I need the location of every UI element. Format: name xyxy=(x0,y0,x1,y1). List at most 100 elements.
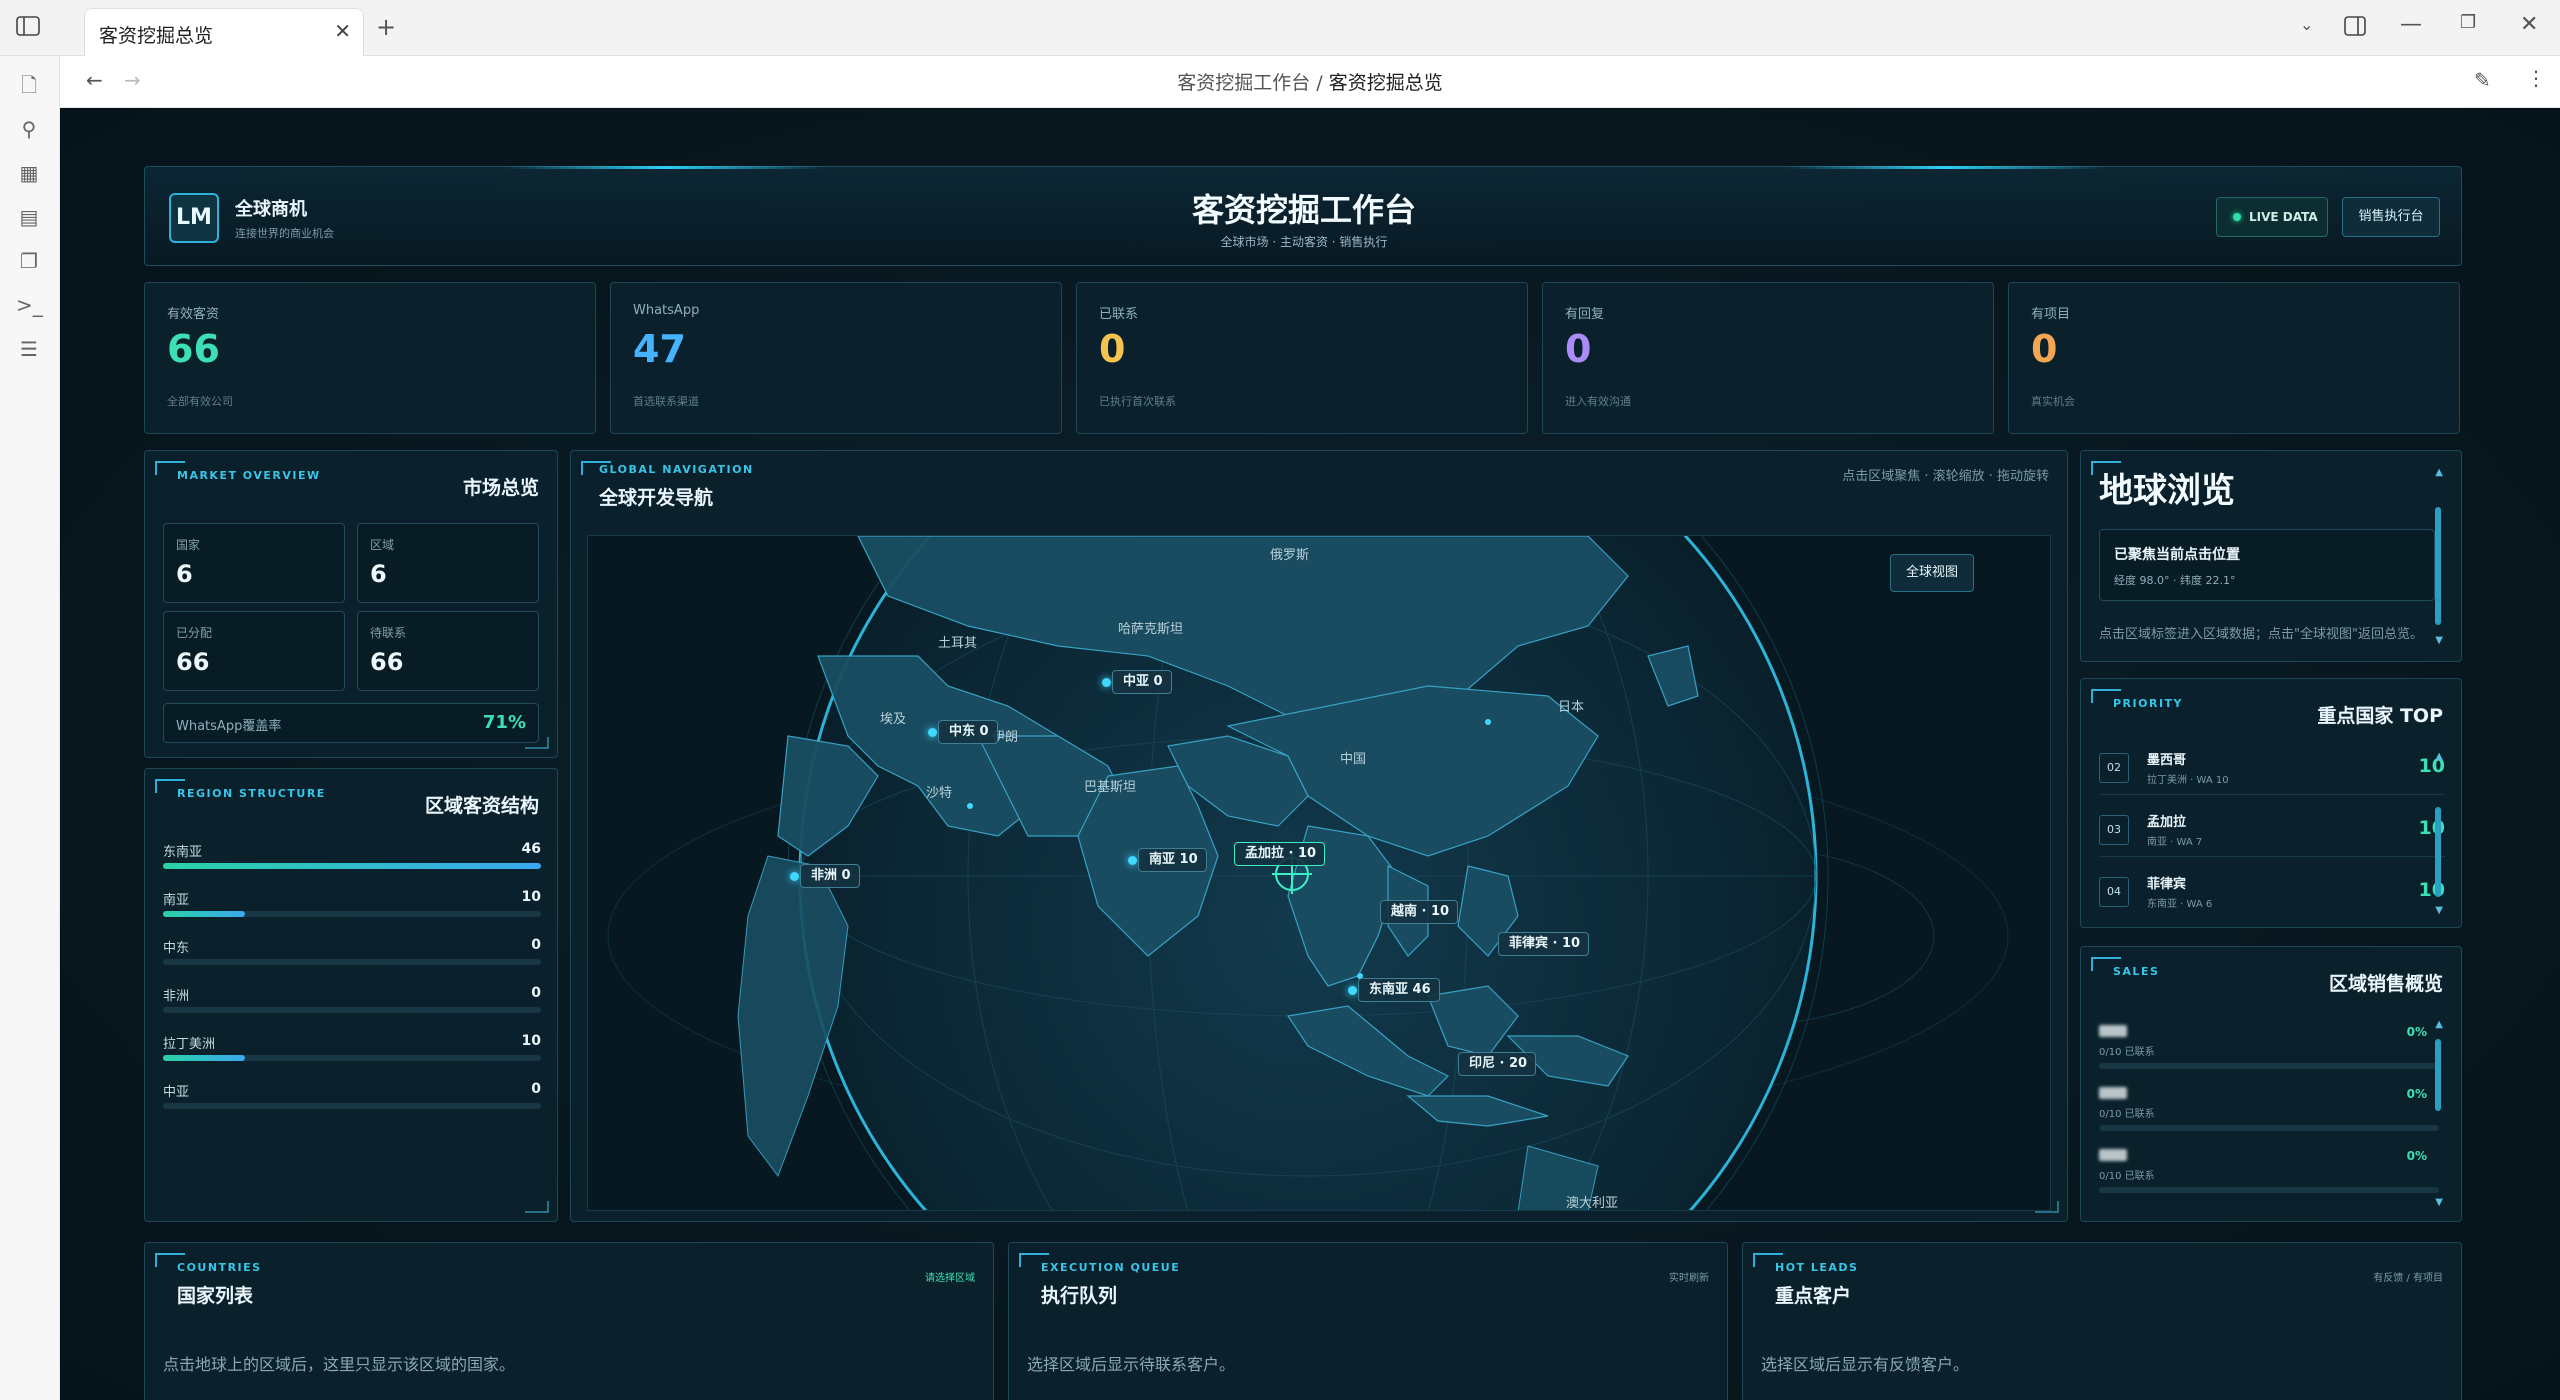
queue-tag: 实时刷新 xyxy=(1669,1273,1709,1284)
countries-hint: 点击地球上的区域后，这里只显示该区域的国家。 xyxy=(163,1355,516,1374)
close-tab-icon[interactable]: ✕ xyxy=(334,19,351,43)
dashboard-header: LM 全球商机 连接世界的商业机会 客资挖掘工作台 全球市场 · 主动客资 · … xyxy=(144,166,2462,266)
sales-exec-button[interactable]: 销售执行台 xyxy=(2342,197,2440,237)
region-row[interactable]: 中亚 0 xyxy=(163,1081,541,1121)
region-row[interactable]: 南亚 10 xyxy=(163,889,541,929)
dashboard-icon[interactable]: ▦ xyxy=(16,160,42,186)
country-name: 墨西哥 xyxy=(2147,753,2187,768)
region-bar-track xyxy=(163,911,541,917)
stat-sub: 已执行首次联系 xyxy=(1099,395,1176,408)
priority-row[interactable]: 02 墨西哥 拉丁美洲 · WA 10 10 xyxy=(2099,741,2445,795)
map-label-turkey: 土耳其 xyxy=(938,636,978,651)
focus-card: 已聚焦当前点击位置 经度 98.0° · 纬度 22.1° xyxy=(2099,529,2435,601)
list-icon[interactable]: ☰ xyxy=(16,336,42,362)
scroll-down-icon[interactable]: ▼ xyxy=(2435,905,2443,916)
map-label-china: 中国 xyxy=(1340,752,1367,767)
region-pin-south-asia[interactable]: 南亚 10 xyxy=(1138,848,1207,872)
scrollbar[interactable] xyxy=(2435,1039,2441,1111)
stat-card-valid-leads[interactable]: 有效客资 66 全部有效公司 xyxy=(144,282,596,434)
chevron-down-icon[interactable]: ⌄ xyxy=(2300,17,2313,33)
stat-value: 0 xyxy=(1565,327,1592,371)
stat-card-contacted[interactable]: 已联系 0 已执行首次联系 xyxy=(1076,282,1528,434)
cell-value: 66 xyxy=(176,648,210,676)
country-name: 孟加拉 xyxy=(2147,815,2187,830)
page-subtitle: 全球市场 · 主动客资 · 销售执行 xyxy=(1220,235,1388,249)
minimize-icon[interactable]: — xyxy=(2400,14,2422,36)
queue-hint: 选择区域后显示待联系客户。 xyxy=(1027,1355,1236,1374)
region-pin-philippines[interactable]: 菲律宾 · 10 xyxy=(1498,932,1590,956)
graph-icon[interactable]: ⚲ xyxy=(16,116,42,142)
sidebar-toggle-icon[interactable] xyxy=(16,16,40,41)
region-count: 0 xyxy=(531,937,541,953)
region-name: 非洲 xyxy=(163,989,190,1004)
sales-row[interactable]: 0/10 已联系 0% xyxy=(2099,1025,2459,1085)
sales-row[interactable]: 0/10 已联系 0% xyxy=(2099,1087,2459,1147)
globe-viewport[interactable]: 俄罗斯 土耳其 哈萨克斯坦 埃及 伊朗 沙特 巴基斯坦 中国 日本 澳大利亚 中… xyxy=(587,535,2051,1211)
close-window-icon[interactable]: ✕ xyxy=(2520,14,2538,36)
region-pin-bangladesh[interactable]: 孟加拉 · 10 xyxy=(1234,842,1326,866)
region-pin-central-asia[interactable]: 中亚 0 xyxy=(1112,670,1172,694)
scrollbar[interactable] xyxy=(2435,807,2441,897)
sales-sub: 0/10 已联系 xyxy=(2099,1047,2155,1058)
stat-label: 有回复 xyxy=(1565,307,1605,322)
cell-label: 已分配 xyxy=(176,626,213,640)
scroll-up-icon[interactable]: ▲ xyxy=(2435,1019,2443,1030)
region-name: 东南亚 xyxy=(163,845,203,860)
region-row[interactable]: 非洲 0 xyxy=(163,985,541,1025)
map-label-pakistan: 巴基斯坦 xyxy=(1084,780,1137,795)
region-pin-indonesia[interactable]: 印尼 · 20 xyxy=(1458,1052,1537,1076)
scroll-down-icon[interactable]: ▼ xyxy=(2435,1197,2443,1208)
sales-row[interactable]: 0/10 已联系 0% xyxy=(2099,1149,2459,1209)
calendar-icon[interactable]: ▤ xyxy=(16,204,42,230)
cell-value: 66 xyxy=(370,648,404,676)
priority-row[interactable]: 04 菲律宾 东南亚 · WA 6 10 xyxy=(2099,865,2445,919)
region-row[interactable]: 东南亚 46 xyxy=(163,841,541,881)
live-data-badge[interactable]: LIVE DATA xyxy=(2216,197,2328,237)
full-view-button[interactable]: 全球视图 xyxy=(1890,554,1974,592)
breadcrumb: 客资挖掘工作台 / 客资挖掘总览 xyxy=(60,68,2560,95)
region-row[interactable]: 拉丁美洲 10 xyxy=(163,1033,541,1073)
cell-label: 区域 xyxy=(370,538,395,552)
stat-card-projects[interactable]: 有项目 0 真实机会 xyxy=(2008,282,2460,434)
sales-percent: 0% xyxy=(2406,1149,2427,1163)
edit-icon[interactable]: ✎ xyxy=(2474,70,2491,90)
terminal-icon[interactable]: >_ xyxy=(16,292,43,318)
panel-title: 国家列表 xyxy=(177,1285,254,1307)
panel-en-label: COUNTRIES xyxy=(177,1261,262,1274)
panel-en-label: MARKET OVERVIEW xyxy=(177,469,321,482)
scrollbar[interactable] xyxy=(2435,507,2441,625)
stat-card-whatsapp[interactable]: WhatsApp 47 首选联系渠道 xyxy=(610,282,1062,434)
stat-value: 0 xyxy=(1099,327,1126,371)
region-name: 拉丁美洲 xyxy=(163,1037,216,1052)
live-data-label: LIVE DATA xyxy=(2249,210,2318,224)
split-view-icon[interactable] xyxy=(2344,16,2366,41)
pin-dot-icon xyxy=(1102,678,1111,687)
panel-en-label: HOT LEADS xyxy=(1775,1261,1859,1274)
active-tab[interactable]: 客资挖掘总览 ✕ xyxy=(84,8,364,56)
country-score: 10 xyxy=(2418,879,2445,901)
more-icon[interactable]: ⋮ xyxy=(2526,68,2546,88)
scroll-up-icon[interactable]: ▲ xyxy=(2435,751,2443,762)
region-pin-africa[interactable]: 非洲 0 xyxy=(800,864,860,888)
new-tab-icon[interactable]: + xyxy=(376,15,396,39)
region-pin-southeast-asia[interactable]: 东南亚 46 xyxy=(1358,978,1440,1002)
region-row[interactable]: 中东 0 xyxy=(163,937,541,977)
redacted-region-name xyxy=(2099,1025,2127,1037)
scroll-down-icon[interactable]: ▼ xyxy=(2435,635,2443,646)
hot-leads-panel: HOT LEADS 重点客户 有反馈 / 有项目 选择区域后显示有反馈客户。 xyxy=(1742,1242,2462,1400)
restore-icon[interactable]: ❐ xyxy=(2460,14,2476,32)
priority-row[interactable]: 03 孟加拉 南亚 · WA 7 10 xyxy=(2099,803,2445,857)
panel-title: 地球浏览 xyxy=(2099,471,2235,511)
region-pin-middle-east[interactable]: 中东 0 xyxy=(938,720,998,744)
focus-title: 已聚焦当前点击位置 xyxy=(2114,547,2240,563)
stat-sub: 进入有效沟通 xyxy=(1565,395,1631,408)
map-label-russia: 俄罗斯 xyxy=(1270,548,1310,563)
scroll-up-icon[interactable]: ▲ xyxy=(2435,467,2443,478)
region-pin-vietnam[interactable]: 越南 · 10 xyxy=(1380,900,1459,924)
global-navigation-panel: GLOBAL NAVIGATION 全球开发导航 点击区域聚焦 · 滚轮缩放 ·… xyxy=(570,450,2068,1222)
breadcrumb-parent[interactable]: 客资挖掘工作台 xyxy=(1177,72,1310,94)
redacted-region-name xyxy=(2099,1149,2127,1161)
copy-icon[interactable]: ❐ xyxy=(16,248,42,274)
stat-card-replied[interactable]: 有回复 0 进入有效沟通 xyxy=(1542,282,1994,434)
file-search-icon[interactable]: 🗋 xyxy=(16,72,42,98)
